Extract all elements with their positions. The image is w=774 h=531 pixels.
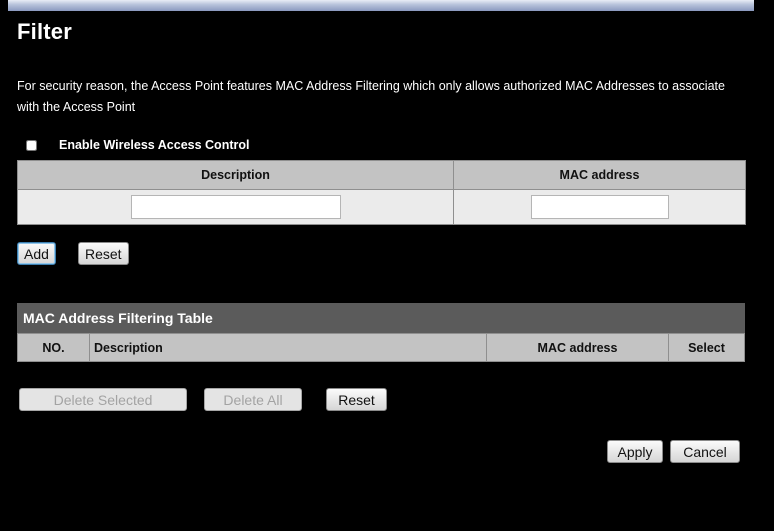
- page-title: Filter: [17, 19, 72, 44]
- table-reset-button[interactable]: Reset: [326, 388, 387, 411]
- mac-address-input[interactable]: [530, 195, 669, 219]
- enable-access-control-checkbox[interactable]: [26, 139, 37, 151]
- filtering-table-header-row: NO. Description MAC address Select: [17, 333, 745, 362]
- entry-header-row: Description MAC address: [17, 160, 746, 190]
- mac-entry-form: Description MAC address: [17, 160, 746, 225]
- top-header-bar: [8, 0, 754, 11]
- add-button[interactable]: Add: [17, 242, 56, 265]
- cancel-button[interactable]: Cancel: [670, 440, 740, 463]
- table-description-column-header: Description: [89, 333, 487, 362]
- enable-access-control-row: Enable Wireless Access Control: [26, 137, 249, 153]
- entry-reset-button[interactable]: Reset: [78, 242, 129, 265]
- table-mac-address-column-header: MAC address: [486, 333, 669, 362]
- no-column-header: NO.: [17, 333, 90, 362]
- entry-input-row: [17, 189, 746, 225]
- mac-address-column-header: MAC address: [453, 160, 746, 190]
- description-column-header: Description: [17, 160, 454, 190]
- apply-button[interactable]: Apply: [607, 440, 663, 463]
- description-cell: [17, 189, 454, 225]
- mac-filtering-table-title: MAC Address Filtering Table: [17, 303, 745, 333]
- enable-access-control-label: Enable Wireless Access Control: [59, 138, 250, 152]
- mac-address-cell: [453, 189, 746, 225]
- mac-filtering-table: MAC Address Filtering Table NO. Descript…: [17, 303, 745, 362]
- intro-text: For security reason, the Access Point fe…: [17, 79, 725, 114]
- select-column-header: Select: [668, 333, 745, 362]
- delete-all-button[interactable]: Delete All: [204, 388, 302, 411]
- description-input[interactable]: [130, 195, 341, 219]
- delete-selected-button[interactable]: Delete Selected: [19, 388, 187, 411]
